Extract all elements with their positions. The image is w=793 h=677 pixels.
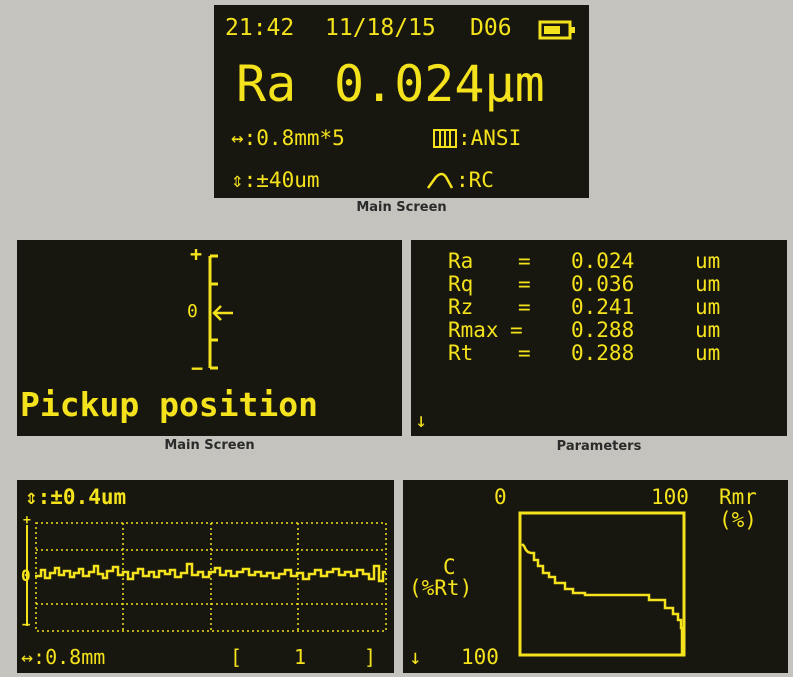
scroll-down-arrow-icon: ↓ (415, 408, 428, 432)
parameter-value: 0.024 (571, 249, 635, 273)
parameter-value: 0.288 (571, 318, 635, 342)
y-axis-end: 100 (461, 645, 499, 669)
pickup-minus: − (191, 356, 204, 380)
page-bracket-right: ] (364, 645, 377, 669)
pickup-position-screen: + 0 − Pickup position (17, 240, 402, 436)
parameter-value: 0.241 (571, 295, 635, 319)
parameter-label: Rz (448, 295, 474, 319)
main-screen-caption: Main Screen (356, 200, 447, 215)
parameter-label: Ra (448, 249, 474, 273)
parameter-value: 0.288 (571, 341, 635, 365)
parameter-equals: = (518, 272, 531, 296)
profile-screen: ⇕:±0.4um + 0 − ↔:0.8mm [ 1 ] (17, 480, 394, 673)
parameter-equals: = (510, 318, 523, 342)
pickup-screen-caption: Main Screen (164, 438, 255, 453)
page-bracket-left: [ (230, 645, 243, 669)
parameter-equals: = (518, 341, 531, 365)
parameter-label: Rt (448, 341, 474, 365)
parameter-unit: um (695, 341, 721, 365)
parameter-unit: um (695, 318, 721, 342)
main-screen: 21:42 11/18/15 D06 Ra 0.024µm ↔:0.8mm*5 … (214, 5, 589, 198)
bearing-curve-screen: 0 100 Rmr (%) C (%Rt) ↓ 100 (403, 480, 788, 673)
parameter-equals: = (518, 295, 531, 319)
parameters-caption: Parameters (556, 439, 642, 454)
evaluation-length: ↔:0.8mm (21, 645, 106, 669)
parameter-unit: um (695, 272, 721, 296)
page-number: 1 (294, 645, 307, 669)
parameters-screen: Ra = 0.024 um Rq = 0.036 um Rz = 0.241 u… (411, 240, 787, 436)
parameter-value: 0.036 (571, 272, 635, 296)
parameter-unit: um (695, 249, 721, 273)
parameter-equals: = (518, 249, 531, 273)
parameter-label: Rq (448, 272, 474, 296)
bearing-down-arrow-icon: ↓ (409, 645, 422, 669)
parameter-unit: um (695, 295, 721, 319)
filter-type: :RC (456, 168, 494, 192)
parameter-label: Rmax (448, 318, 499, 342)
filter-icon (426, 172, 454, 189)
pickup-position-title: Pickup position (20, 385, 319, 424)
